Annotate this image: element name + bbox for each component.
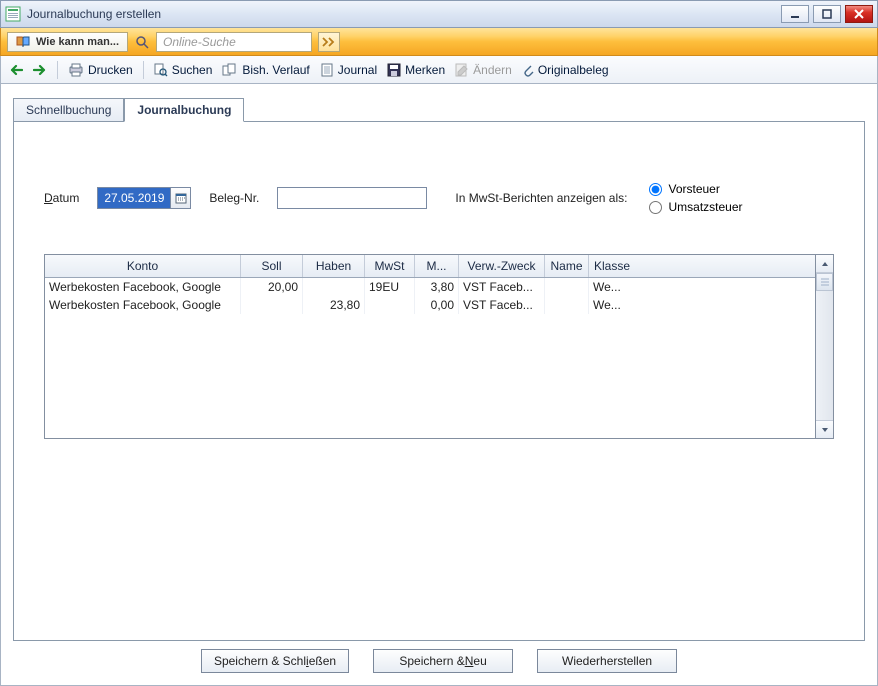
edit-button: Ändern [455, 63, 512, 77]
table-row[interactable]: Werbekosten Facebook, Google 20,00 19EU … [45, 278, 815, 296]
tab-schnellbuchung[interactable]: Schnellbuchung [13, 98, 124, 122]
col-mwst[interactable]: MwSt [365, 255, 415, 277]
datum-input[interactable] [97, 187, 191, 209]
attachment-button[interactable]: Originalbeleg [522, 63, 609, 77]
col-haben[interactable]: Haben [303, 255, 365, 277]
close-button[interactable] [845, 5, 873, 23]
history-button[interactable]: Bish. Verlauf [222, 63, 309, 77]
scroll-up-button[interactable] [816, 255, 833, 273]
col-mbetrag[interactable]: M... [415, 255, 459, 277]
radio-umsatzsteuer[interactable]: Umsatzsteuer [649, 200, 742, 214]
window-body: Schnellbuchung Journalbuchung Datum Bele… [0, 84, 878, 686]
form-row: Datum Beleg-Nr. In MwSt-Berichten anzeig… [44, 182, 834, 214]
col-konto[interactable]: Konto [45, 255, 241, 277]
search-icon[interactable] [134, 34, 150, 50]
window-title: Journalbuchung erstellen [27, 7, 781, 21]
calendar-icon [175, 192, 187, 204]
find-icon [154, 63, 168, 77]
history-icon [222, 63, 238, 77]
journal-table: Konto Soll Haben MwSt M... Verw.-Zweck N… [44, 254, 834, 439]
window-buttons [781, 5, 873, 23]
book-icon [16, 36, 30, 48]
separator [57, 61, 58, 79]
search-go-button[interactable] [318, 32, 340, 52]
scroll-thumb[interactable] [816, 273, 833, 291]
beleg-label: Beleg-Nr. [209, 191, 259, 205]
restore-button[interactable]: Wiederherstellen [537, 649, 677, 673]
help-search-bar: Wie kann man... Online-Suche [0, 28, 878, 56]
save-new-button[interactable]: Speichern & Neu [373, 649, 513, 673]
titlebar: Journalbuchung erstellen [0, 0, 878, 28]
arrow-left-icon [9, 64, 23, 76]
minimize-button[interactable] [781, 5, 809, 23]
maximize-button[interactable] [813, 5, 841, 23]
col-klasse[interactable]: Klasse [589, 255, 635, 277]
printer-icon [68, 63, 84, 77]
table-scrollbar[interactable] [816, 254, 834, 439]
save-icon [387, 63, 401, 77]
beleg-input[interactable] [277, 187, 427, 209]
search-input[interactable]: Online-Suche [156, 32, 312, 52]
datum-label: Datum [44, 191, 79, 205]
datum-field[interactable] [98, 188, 170, 208]
scroll-down-button[interactable] [816, 420, 833, 438]
nav-back-button[interactable] [9, 64, 23, 76]
mwst-label: In MwSt-Berichten anzeigen als: [455, 191, 627, 205]
col-soll[interactable]: Soll [241, 255, 303, 277]
main-toolbar: Drucken Suchen Bish. Verlauf Journal Mer… [0, 56, 878, 84]
tab-panel: Datum Beleg-Nr. In MwSt-Berichten anzeig… [13, 121, 865, 641]
tab-journalbuchung[interactable]: Journalbuchung [124, 98, 244, 122]
edit-icon [455, 63, 469, 77]
help-label: Wie kann man... [36, 36, 119, 48]
col-zweck[interactable]: Verw.-Zweck [459, 255, 545, 277]
journal-button[interactable]: Journal [320, 63, 377, 77]
calendar-button[interactable] [170, 188, 190, 208]
separator [143, 61, 144, 79]
paperclip-icon [522, 63, 534, 77]
pin-button[interactable]: Merken [387, 63, 445, 77]
button-bar: Speichern & Schließen Speichern & Neu Wi… [13, 641, 865, 679]
table-header: Konto Soll Haben MwSt M... Verw.-Zweck N… [45, 255, 815, 278]
nav-forward-button[interactable] [33, 64, 47, 76]
scroll-track[interactable] [816, 291, 833, 420]
col-name[interactable]: Name [545, 255, 589, 277]
help-button[interactable]: Wie kann man... [7, 32, 128, 52]
arrow-right-icon [33, 64, 47, 76]
save-close-button[interactable]: Speichern & Schließen [201, 649, 349, 673]
tab-strip: Schnellbuchung Journalbuchung [13, 98, 865, 122]
print-button[interactable]: Drucken [68, 63, 133, 77]
mwst-radio-group: Vorsteuer Umsatzsteuer [649, 182, 742, 214]
radio-vorsteuer[interactable]: Vorsteuer [649, 182, 742, 196]
journal-icon [320, 63, 334, 77]
app-icon [5, 6, 21, 22]
table-body[interactable]: Werbekosten Facebook, Google 20,00 19EU … [45, 278, 815, 438]
search-placeholder: Online-Suche [163, 35, 236, 49]
search-button[interactable]: Suchen [154, 63, 213, 77]
table-row[interactable]: Werbekosten Facebook, Google 23,80 0,00 … [45, 296, 815, 314]
